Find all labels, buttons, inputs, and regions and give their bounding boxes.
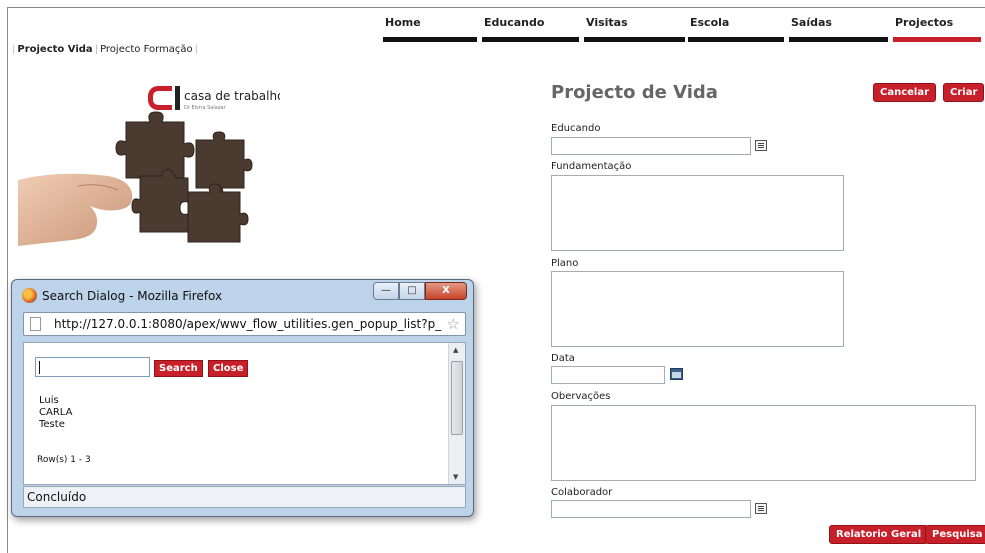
pesquisa-button[interactable]: Pesquisa: [925, 525, 985, 544]
nav-projectos-label: Projectos: [895, 16, 954, 29]
firefox-icon: [22, 288, 37, 303]
colaborador-label: Colaborador: [551, 487, 613, 498]
nav-bar-active: [893, 37, 981, 42]
nav-educando-label: Educando: [484, 16, 545, 29]
data-label: Data: [551, 353, 575, 364]
result-item-luis[interactable]: Luis: [39, 395, 72, 407]
create-button[interactable]: Criar: [943, 83, 985, 102]
dialog-search-input[interactable]: [35, 357, 150, 377]
calendar-icon[interactable]: [670, 368, 683, 380]
observacoes-label: Obervações: [551, 391, 611, 402]
nav-bar: [584, 37, 685, 42]
tab-projecto-vida[interactable]: Projecto Vida: [17, 44, 92, 55]
scroll-down-icon[interactable]: ▼: [453, 473, 458, 481]
tab-separator: |: [94, 44, 99, 55]
nav-bar: [482, 37, 579, 42]
tab-separator: |: [194, 44, 199, 55]
tab-projecto-formacao[interactable]: Projecto Formação: [100, 44, 193, 55]
nav-saidas[interactable]: Saídas: [789, 16, 888, 42]
subtabs: | Projecto Vida | Projecto Formação |: [10, 44, 200, 55]
results-list: Luis CARLA Teste: [39, 395, 72, 431]
text-caret: [39, 361, 40, 374]
window-controls: — □ X: [373, 282, 467, 300]
bookmark-star-icon[interactable]: ☆: [447, 315, 460, 333]
nav-bar: [789, 37, 888, 42]
url-text: http://127.0.0.1:8080/apex/wwv_flow_util…: [54, 317, 442, 331]
logo-brand-text: casa de trabalho: [184, 89, 280, 103]
status-bar: Concluído: [23, 486, 466, 508]
educando-field[interactable]: [551, 137, 751, 155]
list-picker-icon[interactable]: [755, 140, 767, 151]
logo-puzzle-image: casa de trabalho Dr Elvira Salazar: [18, 80, 280, 246]
dialog-title: Search Dialog - Mozilla Firefox: [42, 289, 223, 303]
nav-visitas-label: Visitas: [586, 16, 628, 29]
nav-projectos[interactable]: Projectos: [893, 16, 981, 42]
url-bar[interactable]: http://127.0.0.1:8080/apex/wwv_flow_util…: [23, 312, 466, 336]
page-title: Projecto de Vida: [551, 82, 718, 103]
nav-escola-label: Escola: [690, 16, 730, 29]
nav-home[interactable]: Home: [383, 16, 477, 42]
list-picker-icon[interactable]: [755, 503, 767, 514]
scroll-thumb[interactable]: [451, 361, 463, 435]
plano-textarea[interactable]: [551, 271, 844, 347]
nav-bar: [688, 37, 784, 42]
plano-label: Plano: [551, 258, 579, 269]
dialog-content: Search Close Luis CARLA Teste Row(s) 1 -…: [23, 342, 466, 485]
dialog-search-button[interactable]: Search: [154, 360, 203, 377]
result-item-teste[interactable]: Teste: [39, 419, 72, 431]
observacoes-textarea[interactable]: [551, 405, 976, 481]
nav-escola[interactable]: Escola: [688, 16, 784, 42]
nav-home-label: Home: [385, 16, 421, 29]
relatorio-geral-button[interactable]: Relatorio Geral: [829, 525, 929, 544]
nav-visitas[interactable]: Visitas: [584, 16, 685, 42]
data-field[interactable]: [551, 366, 665, 384]
colaborador-field[interactable]: [551, 500, 751, 518]
search-dialog-window: Search Dialog - Mozilla Firefox — □ X ht…: [11, 279, 474, 517]
page-icon: [30, 317, 41, 331]
fundamentacao-textarea[interactable]: [551, 175, 844, 251]
cancel-button[interactable]: Cancelar: [873, 83, 937, 102]
scroll-up-icon[interactable]: ▲: [453, 346, 458, 354]
vertical-scrollbar[interactable]: ▲ ▼: [448, 343, 465, 484]
dialog-close-button[interactable]: Close: [208, 360, 249, 377]
educando-label: Educando: [551, 123, 601, 134]
minimize-button[interactable]: —: [373, 282, 399, 300]
result-item-carla[interactable]: CARLA: [39, 407, 72, 419]
nav-educando[interactable]: Educando: [482, 16, 579, 42]
row-count: Row(s) 1 - 3: [37, 455, 91, 465]
logo-sub-text: Dr Elvira Salazar: [184, 105, 226, 111]
fundamentacao-label: Fundamentação: [551, 161, 632, 172]
nav-bar: [383, 37, 477, 42]
close-window-button[interactable]: X: [425, 282, 467, 300]
maximize-button[interactable]: □: [399, 282, 425, 300]
nav-saidas-label: Saídas: [791, 16, 832, 29]
